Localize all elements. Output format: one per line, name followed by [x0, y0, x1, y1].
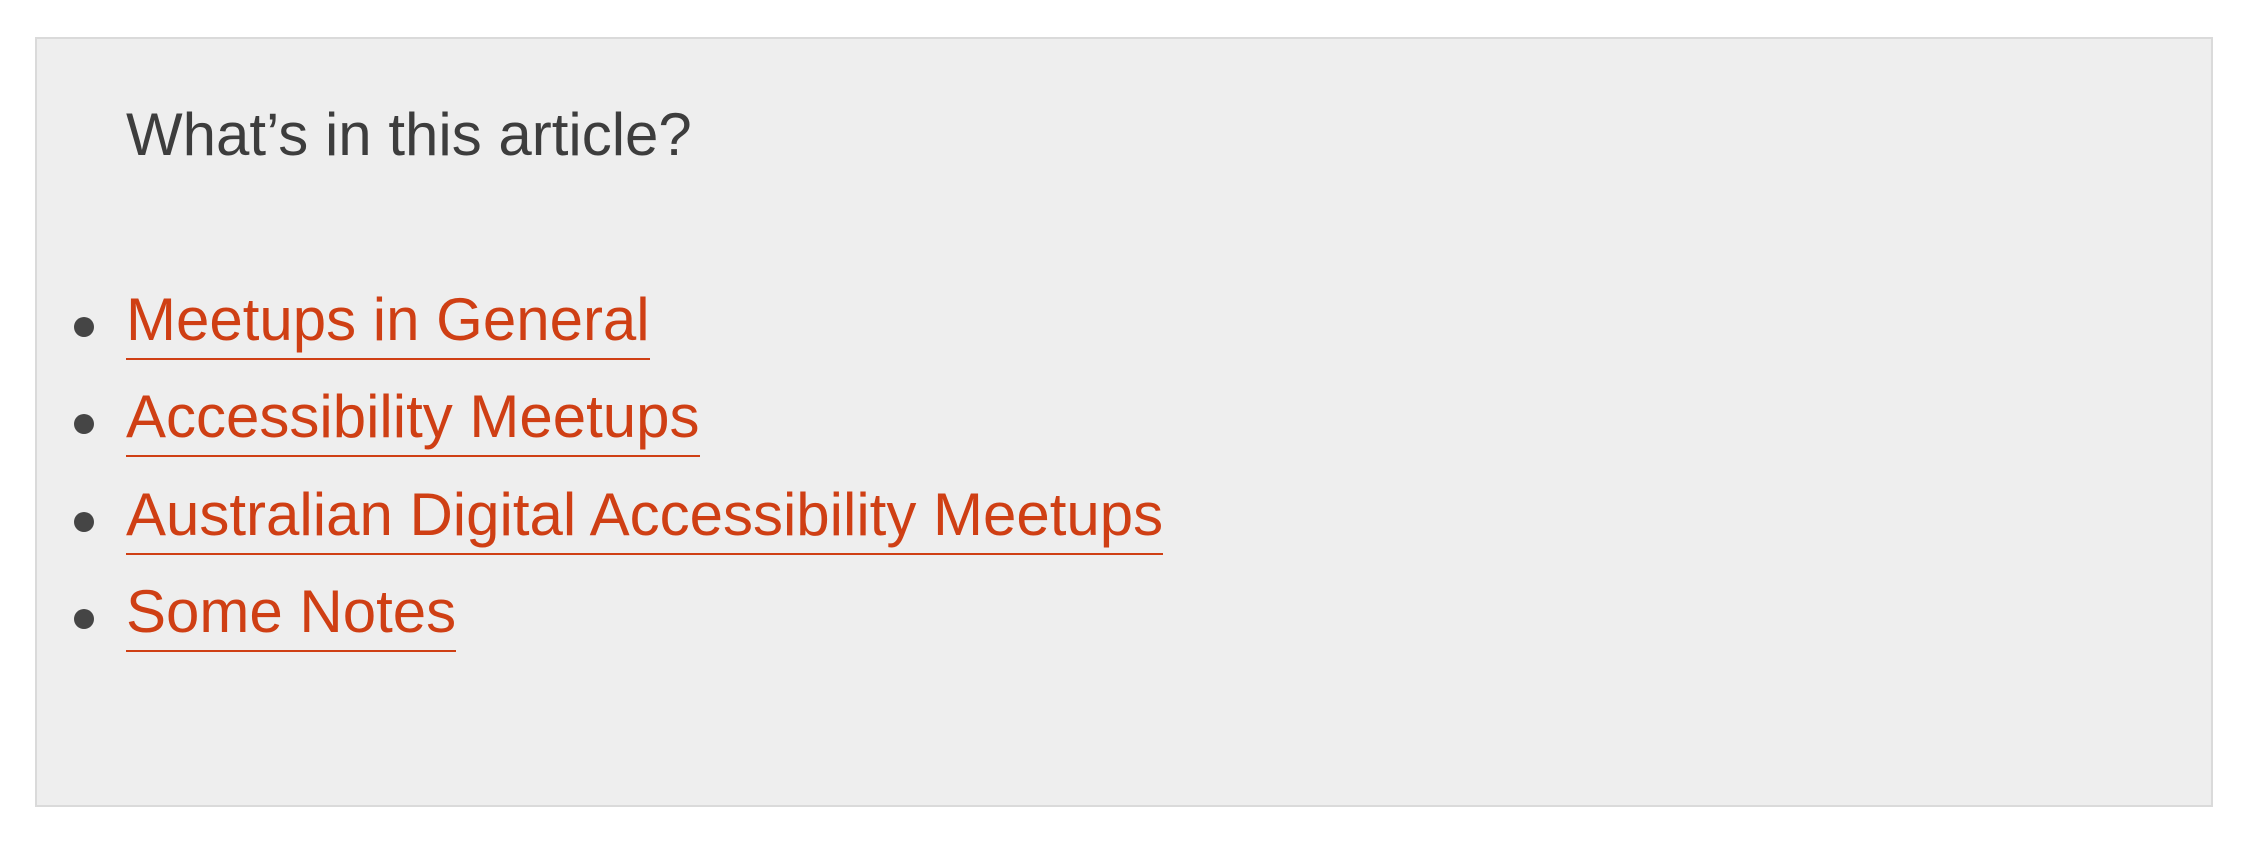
list-item: Some Notes — [74, 581, 1163, 679]
bullet-icon — [74, 317, 94, 337]
toc-link-australian-digital-accessibility-meetups[interactable]: Australian Digital Accessibility Meetups — [126, 484, 1164, 555]
list-item: Meetups in General — [74, 290, 1163, 387]
bullet-icon — [74, 511, 94, 532]
list-item: Australian Digital Accessibility Meetups — [74, 484, 1164, 582]
toc-heading: What’s in this article? — [126, 101, 692, 168]
toc-link-meetups-in-general[interactable]: Meetups in General — [126, 290, 650, 360]
bullet-icon — [74, 608, 94, 629]
toc-link-accessibility-meetups[interactable]: Accessibility Meetups — [126, 387, 700, 458]
list-item: Accessibility Meetups — [74, 387, 1163, 484]
toc-list: Meetups in General Accessibility Meetups… — [74, 290, 1164, 679]
toc-link-some-notes[interactable]: Some Notes — [126, 581, 457, 652]
